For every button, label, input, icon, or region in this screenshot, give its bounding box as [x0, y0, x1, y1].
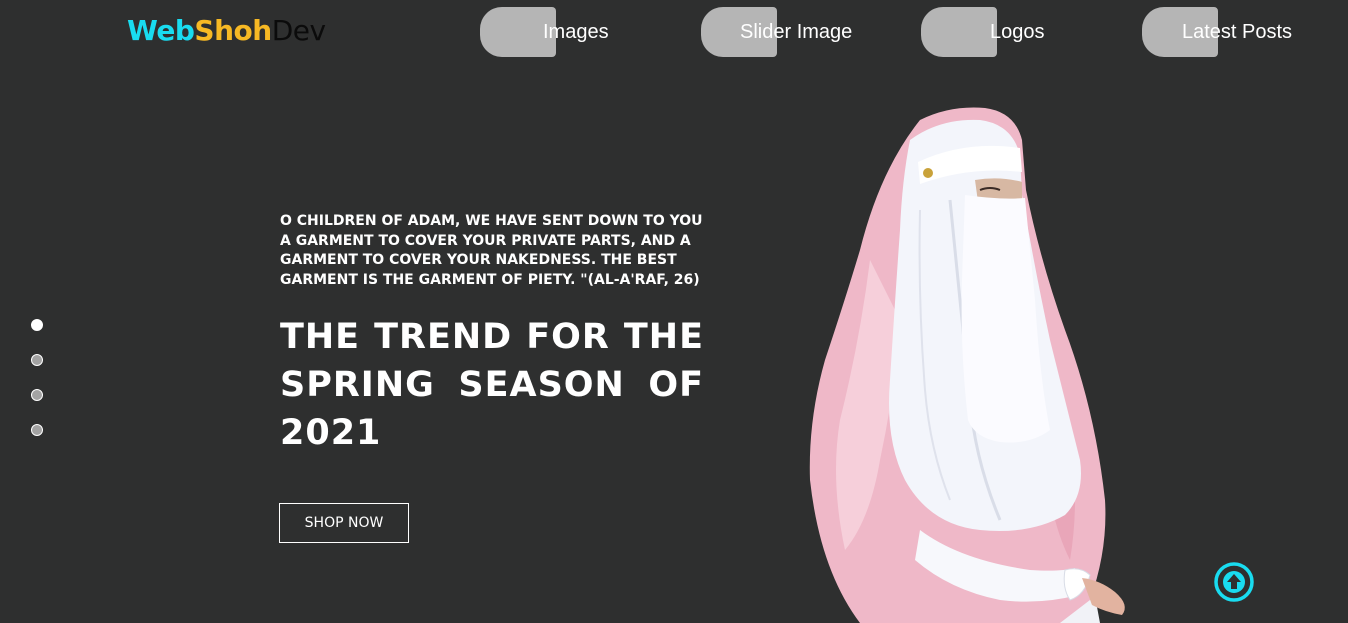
hero-model-image	[809, 107, 1125, 623]
nav-pill-decoration	[921, 7, 997, 57]
arrow-up-circle-icon[interactable]	[1213, 561, 1255, 603]
hero-quote: O children of Adam, We have sent down to…	[280, 213, 703, 288]
brand-logo-part-web: Web	[127, 14, 195, 47]
nav-label: Images	[543, 21, 609, 43]
slider-dot-4[interactable]	[31, 424, 43, 436]
brand-logo-part-shoh: Shoh	[194, 14, 272, 47]
slider-dot-3[interactable]	[31, 389, 43, 401]
slider-dot-1[interactable]	[31, 319, 43, 331]
brand-logo[interactable]: WebShohDev	[127, 13, 326, 49]
nav-label: Latest Posts	[1182, 21, 1293, 43]
nav-label: Logos	[990, 21, 1045, 43]
shop-now-button[interactable]: SHOP NOW	[279, 503, 409, 543]
slider-dot-2[interactable]	[31, 354, 43, 366]
nav-label: Slider Image	[740, 21, 853, 43]
brand-logo-part-dev: Dev	[271, 14, 326, 47]
hero-headline: THE TREND FOR THE SPRING SEASON OF 2021	[280, 317, 704, 453]
